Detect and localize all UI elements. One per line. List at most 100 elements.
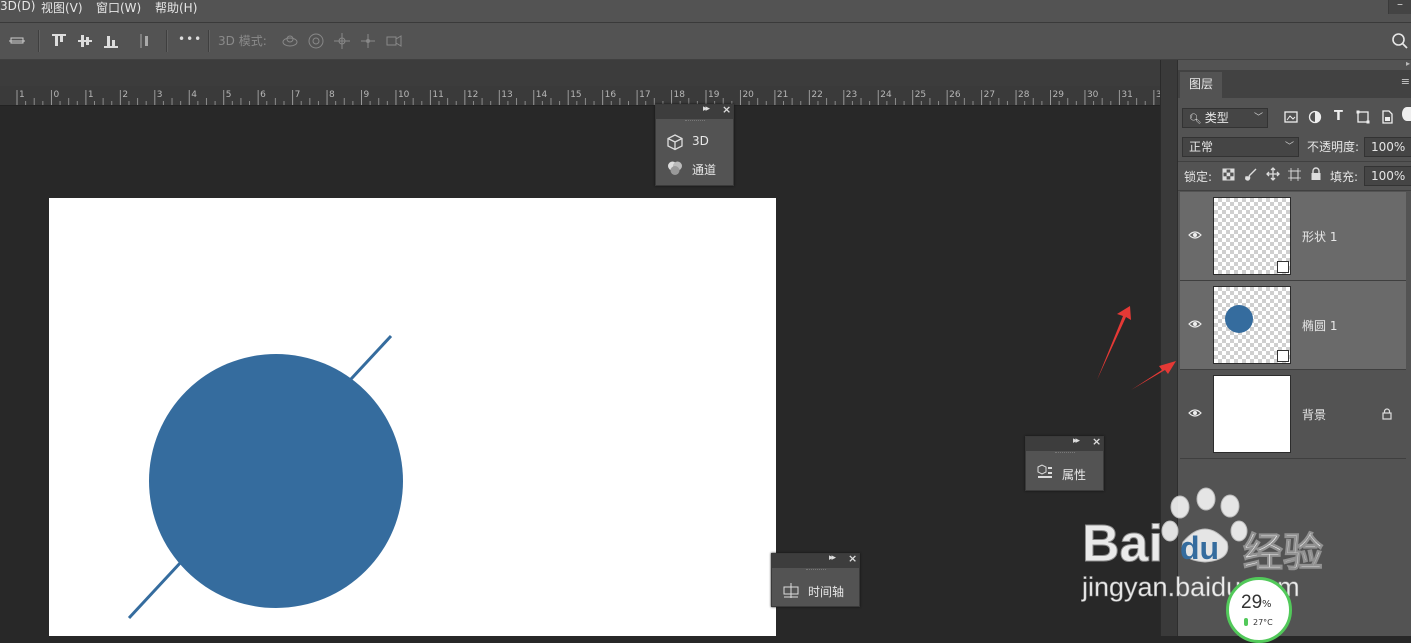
panel-header[interactable]: ▸▸ × [772, 552, 859, 568]
layer-thumbnail [1213, 197, 1291, 275]
panel-header[interactable]: ▸▸ × [1026, 435, 1103, 451]
filter-toggle-icon[interactable] [1402, 107, 1411, 121]
panel-item-channels[interactable]: 通道 [656, 156, 733, 182]
ruler-label: 15 [570, 90, 581, 100]
gauge-value: 29 [1241, 592, 1263, 613]
visibility-eye-icon[interactable] [1188, 408, 1202, 418]
slide-3d-icon[interactable] [359, 32, 377, 50]
gauge-unit: % [1262, 599, 1272, 610]
ruler-label: 1 [19, 90, 25, 100]
ruler-label: 7 [295, 90, 301, 100]
opacity-label: 不透明度: [1307, 140, 1360, 154]
panel-grip[interactable] [684, 120, 705, 125]
visibility-eye-icon[interactable] [1188, 230, 1202, 240]
filter-kind-value: 类型 [1204, 111, 1229, 125]
close-icon[interactable]: × [848, 552, 857, 565]
filter-smart-object-icon[interactable] [1380, 110, 1394, 124]
fill-label: 填充: [1330, 170, 1359, 184]
layer-name[interactable]: 形状 1 [1302, 228, 1337, 245]
panel-grip[interactable] [1054, 452, 1075, 457]
visibility-eye-icon[interactable] [1188, 319, 1202, 329]
panel-item-label: 3D [692, 134, 709, 148]
ruler-label: 26 [949, 90, 961, 100]
blend-mode-select[interactable]: 正常 ﹀ [1182, 137, 1299, 157]
options-bar: ••• 3D 模式: [0, 23, 1411, 60]
lock-transparent-icon[interactable] [1222, 168, 1235, 181]
filter-kind-select[interactable]: 🔍︎ 类型 ﹀ [1182, 108, 1268, 128]
align-top-icon[interactable] [50, 32, 68, 50]
pan-3d-icon[interactable] [333, 32, 351, 50]
lock-artboard-icon[interactable] [1288, 168, 1301, 181]
fill-input[interactable]: 100% [1364, 166, 1411, 186]
layer-row-shape[interactable]: 形状 1 [1180, 192, 1406, 281]
menu-window[interactable]: 窗口(W) [96, 0, 141, 16]
orbit-3d-icon[interactable] [281, 32, 299, 50]
panel-grip[interactable] [805, 569, 826, 574]
layer-row-ellipse[interactable]: 椭圆 1 [1180, 281, 1406, 370]
distribute-icon[interactable] [136, 32, 154, 50]
panel-item-timeline[interactable]: 时间轴 [772, 578, 859, 604]
filter-adjustment-icon[interactable] [1308, 110, 1322, 124]
layer-thumbnail [1213, 375, 1291, 453]
tab-layers[interactable]: 图层 [1180, 72, 1222, 98]
menu-3d[interactable]: 3D(D) [0, 0, 35, 13]
menu-help[interactable]: 帮助(H) [155, 0, 197, 16]
align-icon[interactable] [8, 32, 26, 50]
expand-icon[interactable]: ▸ [1406, 59, 1410, 68]
ellipse-shape[interactable] [149, 354, 403, 608]
ruler-label: 25 [915, 90, 926, 100]
panel-menu-icon[interactable]: ≡ [1401, 75, 1410, 88]
ruler-label: 0 [53, 90, 59, 100]
panel-item-label: 通道 [692, 163, 717, 177]
ruler-label: 19 [708, 90, 720, 100]
lock-all-icon[interactable] [1310, 167, 1322, 181]
document-canvas[interactable] [49, 198, 776, 636]
align-vcenter-icon[interactable] [76, 32, 94, 50]
timeline-icon [783, 583, 799, 598]
separator [166, 30, 168, 52]
collapse-icon[interactable]: ▸▸ [703, 104, 710, 114]
chevron-down-icon: ﹀ [1253, 113, 1263, 123]
filter-shape-icon[interactable] [1356, 110, 1370, 124]
watermark-brand-cn: 经验 [1243, 530, 1324, 577]
filter-pixel-icon[interactable] [1284, 110, 1298, 124]
search-icon[interactable] [1391, 32, 1409, 50]
layer-name[interactable]: 背景 [1302, 406, 1326, 423]
lock-position-move-icon[interactable] [1266, 167, 1280, 181]
ruler-label: 27 [984, 90, 995, 100]
cpu-gauge-widget: 29 % 27°C [1226, 577, 1292, 643]
menu-bar: 3D(D) 视图(V) 窗口(W) 帮助(H) [0, 0, 1411, 23]
minimize-button[interactable]: – [1388, 0, 1411, 14]
ruler-label: 9 [364, 90, 370, 100]
scale-3d-icon[interactable] [385, 32, 403, 50]
ruler-label: 30 [1087, 90, 1099, 100]
collapse-icon[interactable]: ▸▸ [1073, 436, 1080, 446]
panel-header[interactable]: ▸▸ × [656, 103, 733, 119]
menu-view[interactable]: 视图(V) [41, 0, 83, 16]
ruler-label: 20 [742, 90, 754, 100]
separator [38, 30, 40, 52]
lock-pixels-brush-icon[interactable] [1244, 168, 1257, 181]
ruler-label: 13 [501, 90, 512, 100]
fill-value: 100% [1371, 169, 1406, 183]
more-options-button[interactable]: ••• [178, 32, 202, 46]
opacity-input[interactable]: 100% [1364, 137, 1411, 157]
layer-lock-icon [1382, 408, 1392, 420]
layer-row-background[interactable]: 背景 [1180, 370, 1406, 459]
ruler-label: 4 [191, 90, 197, 100]
filter-type-icon[interactable]: T [1334, 109, 1343, 124]
chevron-down-icon: ﹀ [1284, 142, 1294, 152]
layers-tab-bar: 图层 ≡ [1178, 70, 1411, 98]
align-bottom-icon[interactable] [102, 32, 120, 50]
gauge-temp: 27°C [1253, 618, 1273, 627]
floating-panel-timeline: ▸▸ × 时间轴 [771, 552, 860, 607]
close-icon[interactable]: × [1092, 435, 1101, 448]
roll-3d-icon[interactable] [307, 32, 325, 50]
layer-name[interactable]: 椭圆 1 [1302, 317, 1337, 334]
close-icon[interactable]: × [722, 103, 731, 116]
ruler-label: 31 [1121, 90, 1132, 100]
ruler-label: 22 [811, 90, 822, 100]
collapse-icon[interactable]: ▸▸ [829, 553, 836, 563]
panel-item-3d[interactable]: 3D [656, 129, 733, 155]
ruler-label: 6 [260, 90, 266, 100]
